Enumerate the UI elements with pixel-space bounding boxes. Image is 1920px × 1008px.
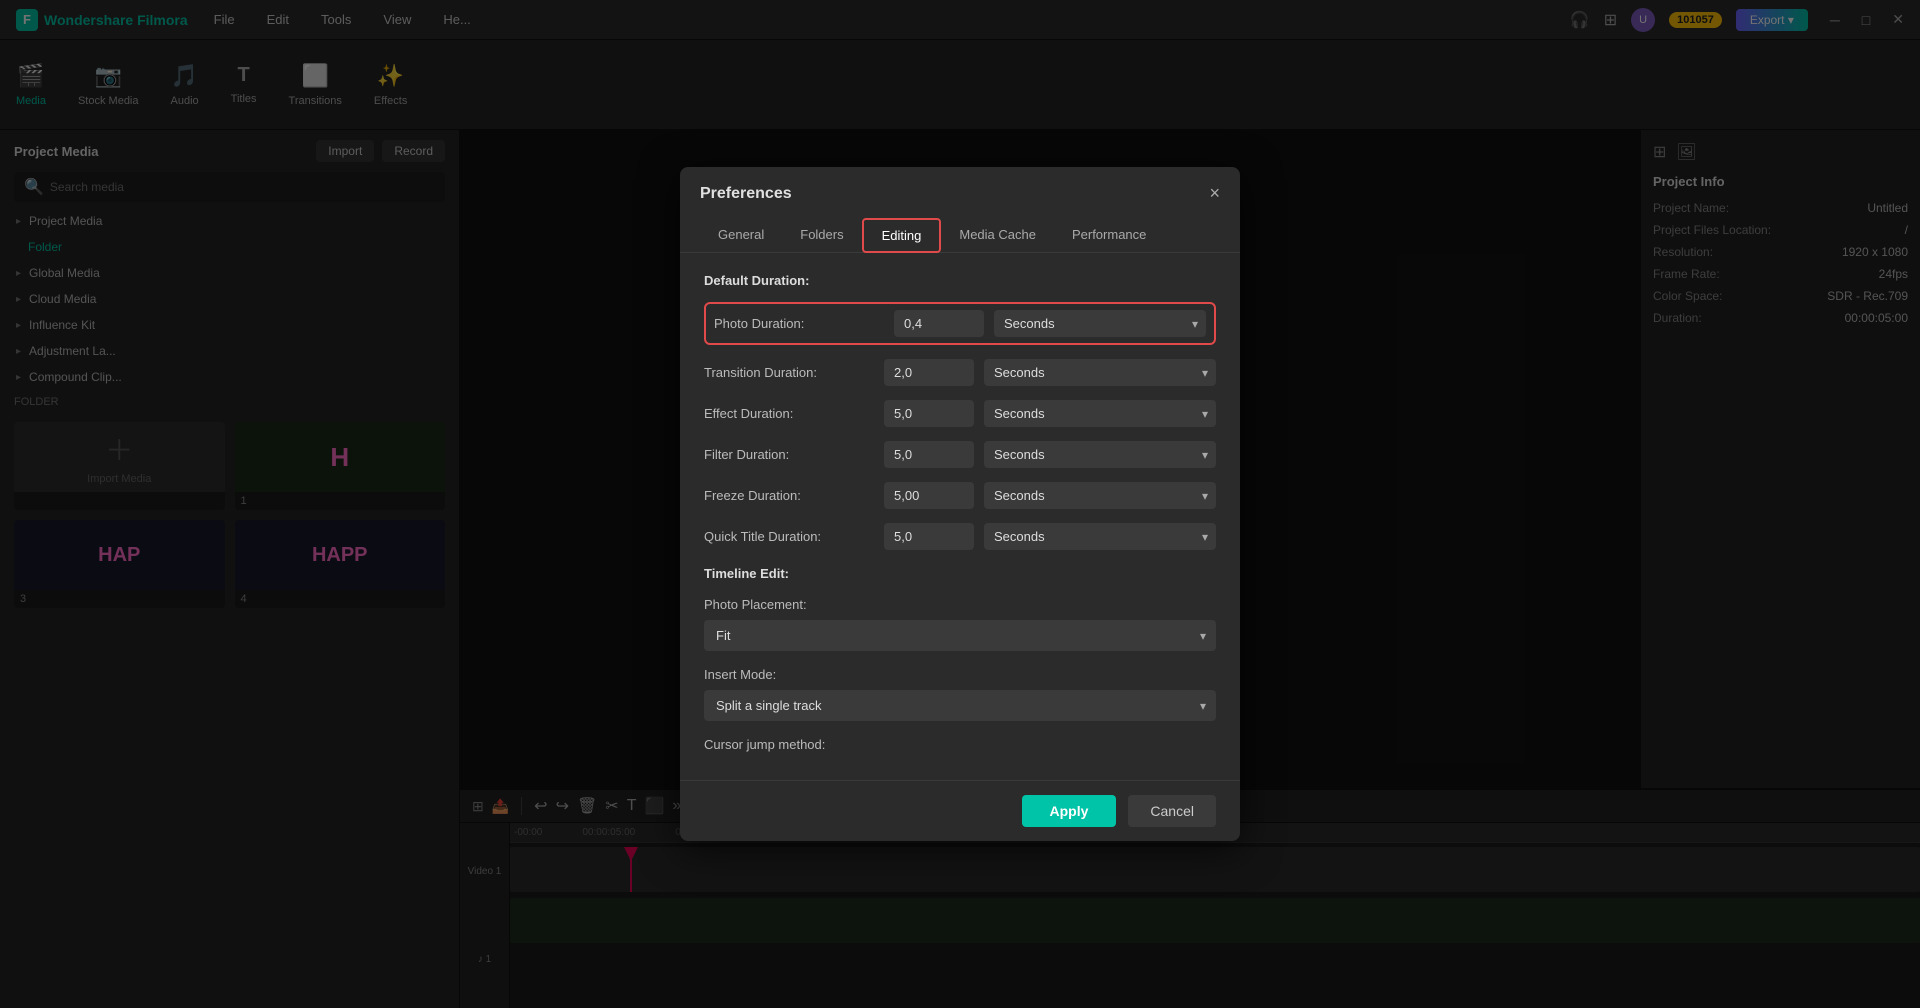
insert-mode-label: Insert Mode: — [704, 667, 1216, 682]
quick-title-duration-input[interactable] — [884, 523, 974, 550]
tab-editing[interactable]: Editing — [862, 218, 942, 253]
insert-mode-select[interactable]: Split a single track Split all tracks In… — [704, 690, 1216, 721]
modal-header: Preferences × — [680, 167, 1240, 204]
timeline-edit-title: Timeline Edit: — [704, 566, 1216, 581]
photo-duration-row: Photo Duration: Seconds Frames Milliseco… — [704, 302, 1216, 345]
transition-duration-unit-select[interactable]: Seconds Frames Milliseconds — [984, 359, 1216, 386]
insert-mode-select-wrap: Split a single track Split all tracks In… — [704, 690, 1216, 721]
filter-duration-unit-wrap: Seconds Frames Milliseconds — [984, 441, 1216, 468]
modal-body: Default Duration: Photo Duration: Second… — [680, 253, 1240, 780]
quick-title-duration-unit-wrap: Seconds Frames Milliseconds — [984, 523, 1216, 550]
preferences-modal: Preferences × General Folders Editing Me… — [680, 167, 1240, 841]
transition-duration-label: Transition Duration: — [704, 365, 874, 380]
effect-duration-row: Effect Duration: Seconds Frames Millisec… — [704, 400, 1216, 427]
tab-general[interactable]: General — [700, 218, 782, 253]
transition-duration-unit-wrap: Seconds Frames Milliseconds — [984, 359, 1216, 386]
effect-duration-label: Effect Duration: — [704, 406, 874, 421]
tab-performance[interactable]: Performance — [1054, 218, 1164, 253]
filter-duration-unit-select[interactable]: Seconds Frames Milliseconds — [984, 441, 1216, 468]
freeze-duration-unit-select[interactable]: Seconds Frames Milliseconds — [984, 482, 1216, 509]
transition-duration-row: Transition Duration: Seconds Frames Mill… — [704, 359, 1216, 386]
filter-duration-row: Filter Duration: Seconds Frames Millisec… — [704, 441, 1216, 468]
transition-duration-input[interactable] — [884, 359, 974, 386]
tab-media-cache[interactable]: Media Cache — [941, 218, 1054, 253]
cursor-jump-label: Cursor jump method: — [704, 737, 1216, 752]
modal-tabs: General Folders Editing Media Cache Perf… — [680, 204, 1240, 253]
photo-duration-input[interactable] — [894, 310, 984, 337]
photo-duration-label: Photo Duration: — [714, 316, 884, 331]
freeze-duration-row: Freeze Duration: Seconds Frames Millisec… — [704, 482, 1216, 509]
photo-duration-unit-select[interactable]: Seconds Frames Milliseconds — [994, 310, 1206, 337]
filter-duration-label: Filter Duration: — [704, 447, 874, 462]
photo-placement-label: Photo Placement: — [704, 597, 1216, 612]
effect-duration-input[interactable] — [884, 400, 974, 427]
freeze-duration-unit-wrap: Seconds Frames Milliseconds — [984, 482, 1216, 509]
photo-placement-select[interactable]: Fit Fill Crop Pan & Zoom — [704, 620, 1216, 651]
freeze-duration-label: Freeze Duration: — [704, 488, 874, 503]
effect-duration-unit-wrap: Seconds Frames Milliseconds — [984, 400, 1216, 427]
photo-duration-unit-wrap: Seconds Frames Milliseconds — [994, 310, 1206, 337]
photo-placement-select-wrap: Fit Fill Crop Pan & Zoom — [704, 620, 1216, 651]
modal-footer: Apply Cancel — [680, 780, 1240, 841]
modal-close-button[interactable]: × — [1209, 183, 1220, 204]
apply-button[interactable]: Apply — [1022, 795, 1117, 827]
quick-title-duration-unit-select[interactable]: Seconds Frames Milliseconds — [984, 523, 1216, 550]
freeze-duration-input[interactable] — [884, 482, 974, 509]
effect-duration-unit-select[interactable]: Seconds Frames Milliseconds — [984, 400, 1216, 427]
default-duration-title: Default Duration: — [704, 273, 1216, 288]
filter-duration-input[interactable] — [884, 441, 974, 468]
modal-overlay: Preferences × General Folders Editing Me… — [0, 0, 1920, 1008]
tab-folders[interactable]: Folders — [782, 218, 861, 253]
quick-title-duration-label: Quick Title Duration: — [704, 529, 874, 544]
modal-title: Preferences — [700, 185, 792, 203]
cancel-button[interactable]: Cancel — [1128, 795, 1216, 827]
quick-title-duration-row: Quick Title Duration: Seconds Frames Mil… — [704, 523, 1216, 550]
